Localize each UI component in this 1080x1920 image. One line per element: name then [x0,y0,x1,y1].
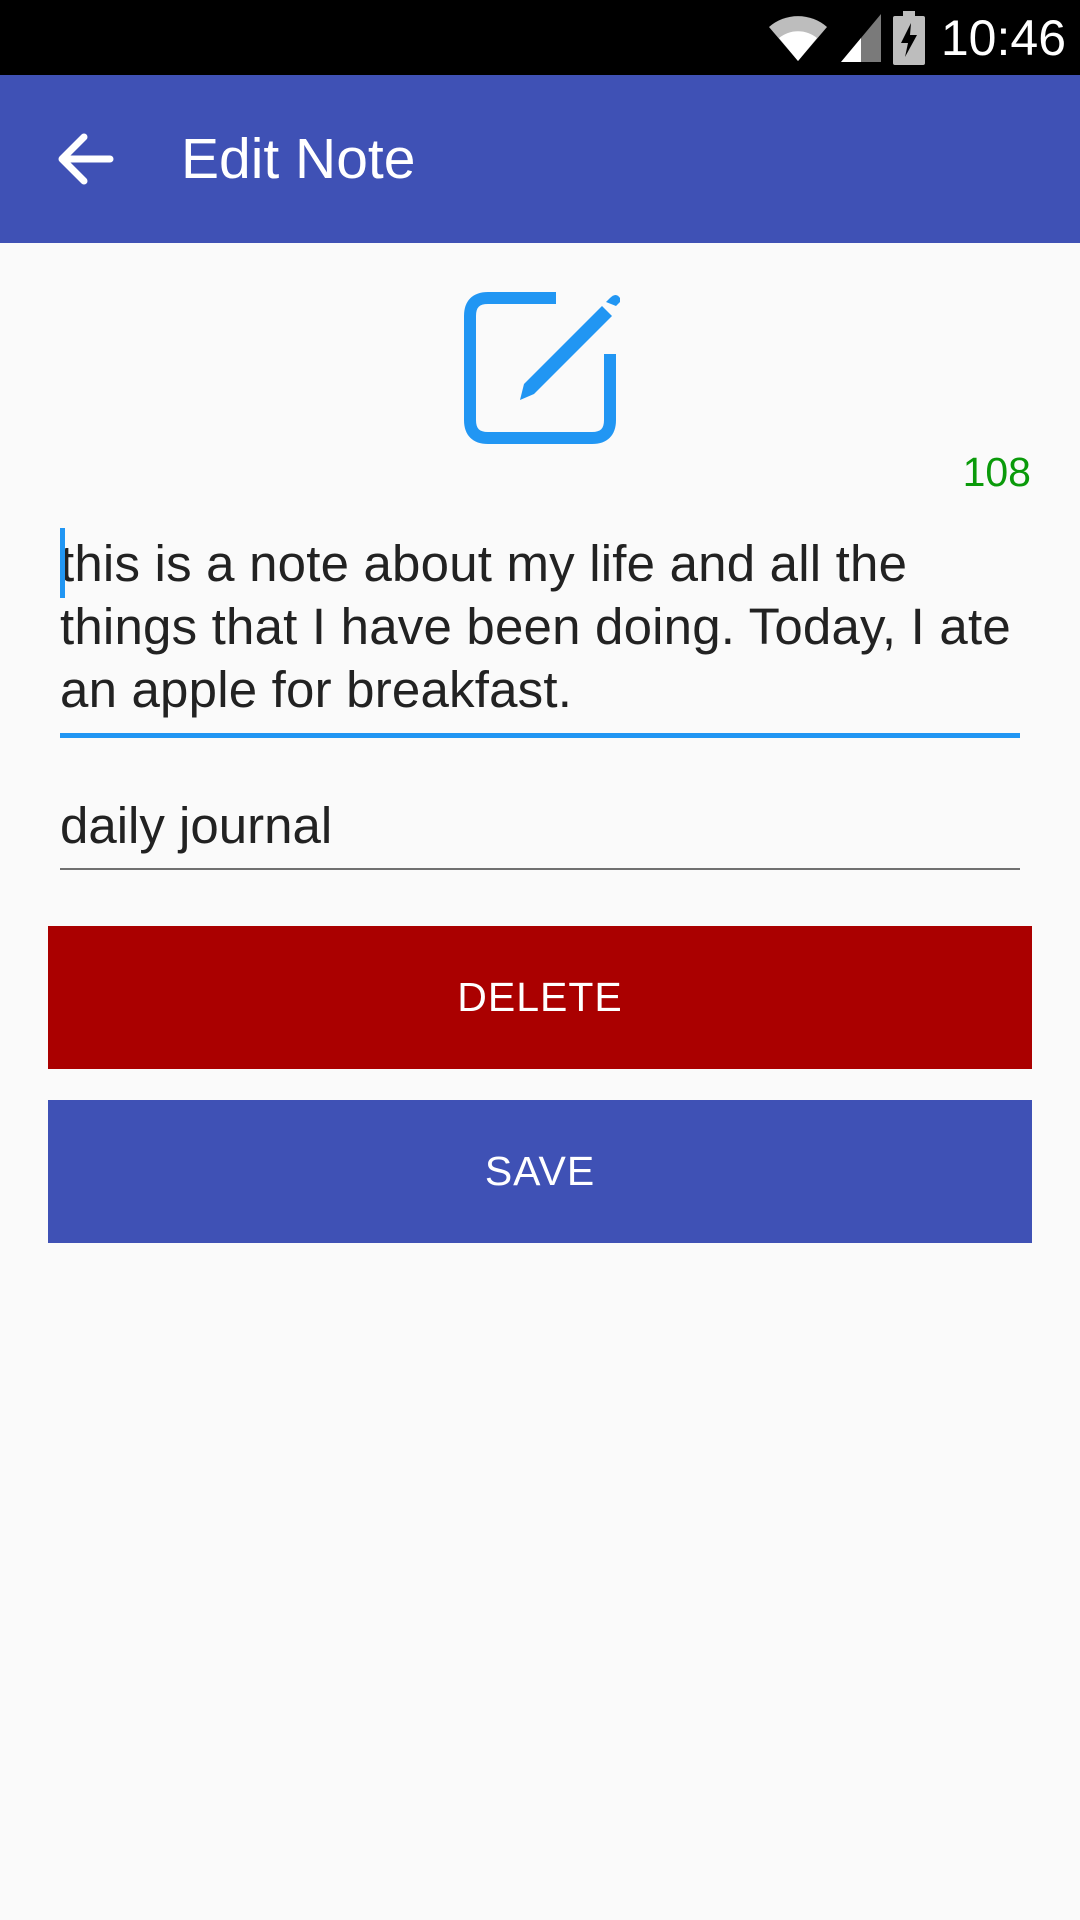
signal-icon [840,13,881,62]
wifi-icon [768,15,827,61]
save-button-label: SAVE [484,1148,596,1194]
page-title: Edit Note [181,127,416,191]
character-count: 108 [962,449,1031,495]
note-body-underline [60,733,1020,738]
arrow-back-icon[interactable] [52,125,120,193]
text-cursor [60,528,65,598]
app-bar: Edit Note [0,75,1080,243]
note-body-input[interactable]: this is a note about my life and all the… [60,532,1020,721]
tag-input[interactable]: daily journal [60,795,1020,857]
tag-underline [60,868,1020,870]
save-button[interactable]: SAVE [48,1100,1032,1243]
status-icons: 10:46 [767,0,1066,75]
delete-button-label: DELETE [457,974,623,1020]
battery-charging-icon [892,10,925,65]
status-bar: 10:46 [0,0,1080,75]
delete-button[interactable]: DELETE [48,926,1032,1069]
status-time: 10:46 [940,9,1066,66]
edit-note-icon [464,292,620,444]
